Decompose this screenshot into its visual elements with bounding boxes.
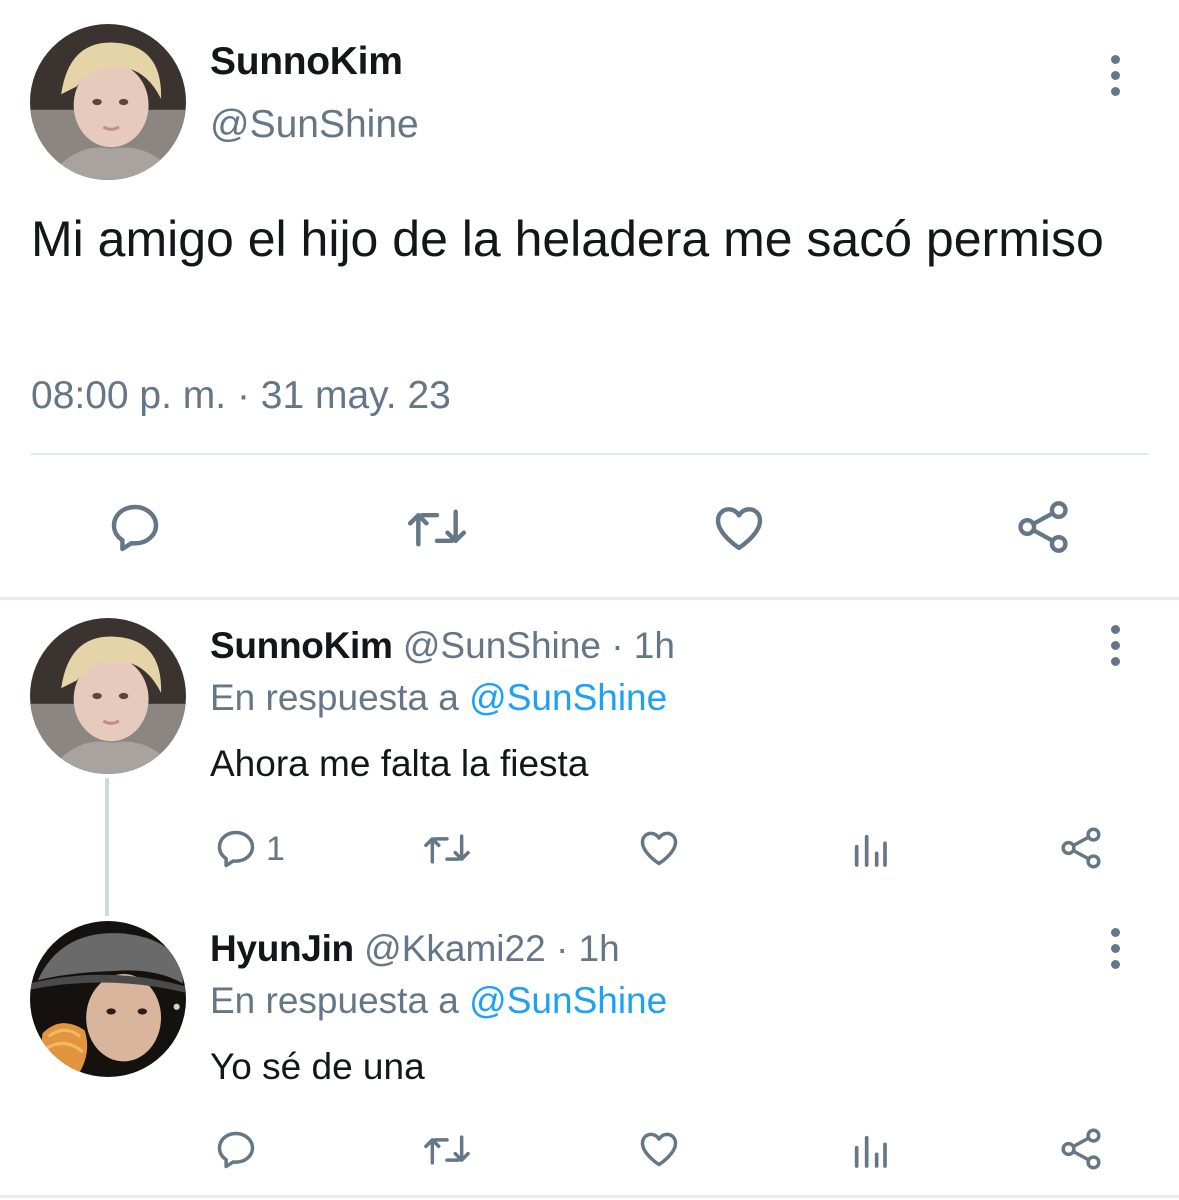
reply-author-handle[interactable]: @Kkami22 xyxy=(364,928,546,969)
reply-header: SunnoKim @SunShine · 1h xyxy=(210,625,675,667)
more-options-button[interactable] xyxy=(1095,918,1135,978)
reply-icon xyxy=(217,1131,255,1169)
more-dot-icon xyxy=(1110,86,1120,96)
analytics-icon xyxy=(854,1135,887,1168)
reply-avatar[interactable] xyxy=(30,921,186,1077)
retweet-button[interactable] xyxy=(404,500,470,556)
like-button[interactable] xyxy=(636,1127,682,1171)
heart-icon xyxy=(715,507,763,551)
reply-prefix: En respuesta a xyxy=(210,677,459,718)
reply-header: HyunJin @Kkami22 · 1h xyxy=(210,928,620,970)
heart-icon xyxy=(640,831,678,866)
tweet-text: Mi amigo el hijo de la heladera me sacó … xyxy=(31,211,1104,267)
reply-author-name[interactable]: HyunJin xyxy=(210,928,354,969)
author-avatar[interactable] xyxy=(30,24,186,180)
more-dot-icon xyxy=(1110,640,1120,650)
analytics-icon xyxy=(854,834,887,867)
avatar-photo xyxy=(30,618,186,774)
share-button[interactable] xyxy=(1058,1126,1104,1172)
reply-icon xyxy=(217,830,255,868)
more-dot-icon xyxy=(1110,624,1120,634)
more-dot-icon xyxy=(1110,54,1120,64)
reply-author-name[interactable]: SunnoKim xyxy=(210,625,393,666)
reply-time: · 1h xyxy=(555,928,620,969)
more-dot-icon xyxy=(1110,656,1120,666)
retweet-icon xyxy=(424,1135,470,1165)
author-name[interactable]: SunnoKim xyxy=(210,40,403,84)
reply-mention-link[interactable]: @SunShine xyxy=(469,677,667,718)
more-dot-icon xyxy=(1110,70,1120,80)
reply-avatar[interactable] xyxy=(30,618,186,774)
avatar-photo xyxy=(30,24,186,180)
reply-prefix: En respuesta a xyxy=(210,980,459,1021)
reply-button[interactable]: 1 xyxy=(214,827,285,871)
reply-text: Yo sé de una xyxy=(210,1046,425,1087)
like-button[interactable] xyxy=(710,500,768,556)
more-dot-icon xyxy=(1110,927,1120,937)
more-dot-icon xyxy=(1110,943,1120,953)
reply-context: En respuesta a @SunShine xyxy=(210,980,667,1022)
tweet-timestamp[interactable]: 08:00 p. m. · 31 may. 23 xyxy=(31,374,451,418)
reply-count: 1 xyxy=(266,829,285,868)
divider xyxy=(31,453,1148,455)
retweet-button[interactable] xyxy=(421,827,473,871)
reply-button[interactable] xyxy=(107,500,163,556)
section-divider xyxy=(0,1195,1179,1198)
reply-context: En respuesta a @SunShine xyxy=(210,677,667,719)
retweet-icon xyxy=(424,834,470,864)
like-button[interactable] xyxy=(636,826,682,870)
heart-icon xyxy=(640,1132,678,1167)
retweet-button[interactable] xyxy=(421,1128,473,1172)
retweet-icon xyxy=(407,509,467,547)
more-options-button[interactable] xyxy=(1095,615,1135,675)
more-options-button[interactable] xyxy=(1095,45,1135,105)
reply-button[interactable] xyxy=(214,1128,266,1172)
reply-time: · 1h xyxy=(611,625,675,666)
share-icon xyxy=(1061,827,1101,869)
avatar-photo xyxy=(30,921,186,1077)
share-button[interactable] xyxy=(1014,498,1072,556)
more-dot-icon xyxy=(1110,959,1120,969)
section-divider xyxy=(0,597,1179,600)
reply-author-handle[interactable]: @SunShine xyxy=(403,625,601,666)
author-handle[interactable]: @SunShine xyxy=(210,103,419,147)
share-icon xyxy=(1018,501,1068,553)
analytics-button[interactable] xyxy=(850,1131,890,1171)
share-button[interactable] xyxy=(1058,825,1104,871)
analytics-button[interactable] xyxy=(850,830,890,870)
reply-text: Ahora me falta la fiesta xyxy=(210,743,589,784)
reply-mention-link[interactable]: @SunShine xyxy=(469,980,667,1021)
thread-line xyxy=(105,778,109,916)
reply-icon xyxy=(111,504,159,552)
share-icon xyxy=(1061,1128,1101,1170)
